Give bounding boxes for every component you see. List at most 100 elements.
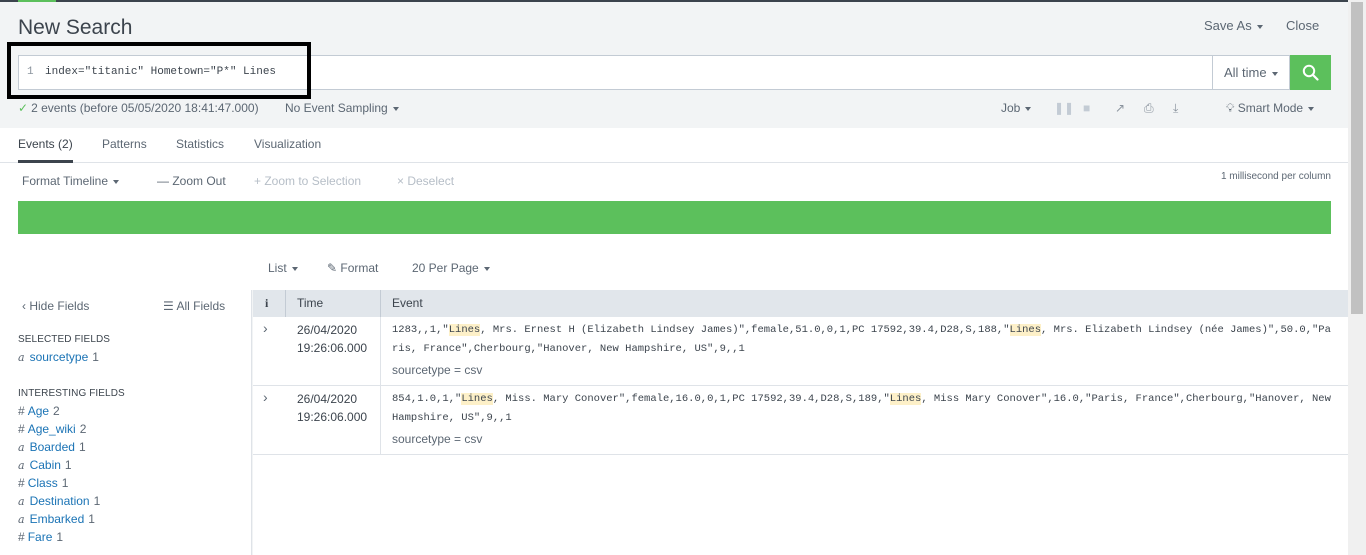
event-raw-text[interactable]: 854,1.0,1,"Lines, Miss. Mary Conover",fe… xyxy=(392,390,1337,428)
timeline-resolution: 1 millisecond per column xyxy=(1220,171,1331,182)
all-fields-label: All Fields xyxy=(176,299,226,313)
field-name: Embarked xyxy=(29,512,85,526)
field-item-age[interactable]: # Age 2 xyxy=(18,404,60,418)
bulb-icon: 💡︎ xyxy=(1226,101,1238,115)
field-item-embarked[interactable]: a Embarked 1 xyxy=(18,512,95,526)
event-text-segment: 854,1.0,1," xyxy=(392,393,462,405)
format-timeline-dropdown[interactable]: Format Timeline xyxy=(22,174,119,188)
search-input[interactable]: 1 index="titanic" Hometown="P*" Lines xyxy=(18,55,1212,90)
field-name: Age_wiki xyxy=(27,422,76,436)
field-count: 2 xyxy=(79,422,87,436)
tab-events[interactable]: Events (2) xyxy=(18,137,73,163)
zoom-to-selection-button[interactable]: + Zoom to Selection xyxy=(254,174,361,188)
column-divider xyxy=(380,317,381,386)
field-item-cabin[interactable]: a Cabin 1 xyxy=(18,458,72,472)
event-time[interactable]: 26/04/2020 19:26:06.000 xyxy=(297,321,367,357)
search-status: ✓ 2 events (before 05/05/2020 18:41:47.00… xyxy=(18,101,259,115)
field-item-sourcetype[interactable]: a sourcetype 1 xyxy=(18,350,99,364)
field-count: 1 xyxy=(93,494,101,508)
field-count: 2 xyxy=(53,404,60,418)
hide-fields-button[interactable]: ‹ Hide Fields xyxy=(22,299,89,313)
all-fields-button[interactable]: ☰ All Fields xyxy=(163,299,225,313)
event-raw-text[interactable]: 1283,,1,"Lines, Mrs. Ernest H (Elizabeth… xyxy=(392,321,1337,359)
share-icon[interactable]: ↗ xyxy=(1115,101,1125,115)
time-column-header[interactable]: Time xyxy=(297,296,323,310)
list-icon: ☰ xyxy=(163,299,177,313)
save-as-button[interactable]: Save As xyxy=(1204,18,1263,33)
deselect-button[interactable]: × Deselect xyxy=(397,174,454,188)
field-count: 1 xyxy=(92,350,99,364)
event-column-header[interactable]: Event xyxy=(392,296,423,310)
event-date: 26/04/2020 xyxy=(297,392,358,406)
job-menu[interactable]: Job xyxy=(1001,101,1031,115)
event-sourcetype[interactable]: sourcetype = csv xyxy=(392,363,482,377)
search-term-highlight[interactable]: Lines xyxy=(1009,324,1042,336)
info-column-header[interactable]: i xyxy=(265,296,268,311)
stop-icon[interactable]: ■ xyxy=(1083,101,1090,115)
column-divider xyxy=(380,290,381,317)
event-time[interactable]: 26/04/2020 19:26:06.000 xyxy=(297,390,367,426)
field-item-age-wiki[interactable]: # Age_wiki 2 xyxy=(18,422,86,436)
event-text-segment: 1283,,1," xyxy=(392,324,449,336)
format-button[interactable]: ✎ Format xyxy=(327,261,378,275)
field-name: Boarded xyxy=(29,440,75,454)
tab-statistics[interactable]: Statistics xyxy=(176,137,224,160)
field-type-icon: a xyxy=(18,441,25,454)
event-text-segment: , Miss. Mary Conover",female,16.0,0,1,PC… xyxy=(492,393,890,405)
search-query[interactable]: index="titanic" Hometown="P*" Lines xyxy=(45,66,276,78)
expand-chevron-icon[interactable]: › xyxy=(263,320,268,336)
selected-fields-header: SELECTED FIELDS xyxy=(18,334,111,345)
table-row[interactable]: › 26/04/2020 19:26:06.000 854,1.0,1,"Lines,… xyxy=(253,386,1348,455)
check-icon: ✓ xyxy=(18,101,29,115)
field-name: Age xyxy=(27,404,50,418)
timeline-histogram[interactable] xyxy=(18,201,1331,234)
search-icon xyxy=(1302,64,1319,81)
time-range-picker[interactable]: All time xyxy=(1212,55,1290,90)
table-row[interactable]: › 26/04/2020 19:26:06.000 1283,,1,"Lines, M… xyxy=(253,317,1348,386)
fields-sidebar: ‹ Hide Fields ☰ All Fields SELECTED FIEL… xyxy=(0,290,252,555)
search-term-highlight[interactable]: Lines xyxy=(461,393,493,405)
event-clock: 19:26:06.000 xyxy=(297,410,368,424)
expand-chevron-icon[interactable]: › xyxy=(263,389,268,405)
search-button[interactable] xyxy=(1290,55,1331,90)
field-count: 1 xyxy=(61,476,69,490)
format-label: Format xyxy=(340,261,379,275)
pencil-icon: ✎ xyxy=(327,261,341,275)
scrollbar-thumb[interactable] xyxy=(1351,2,1363,314)
event-sampling-dropdown[interactable]: No Event Sampling xyxy=(285,101,399,115)
list-view-dropdown[interactable]: List xyxy=(268,261,298,275)
field-type-icon: # xyxy=(18,404,25,418)
pause-icon[interactable]: ❚❚ xyxy=(1054,101,1074,115)
field-type-icon: a xyxy=(18,351,25,364)
field-count: 1 xyxy=(78,440,86,454)
search-mode-dropdown[interactable]: 💡︎ Smart Mode xyxy=(1226,101,1314,116)
event-sourcetype[interactable]: sourcetype = csv xyxy=(392,432,482,446)
tab-visualization[interactable]: Visualization xyxy=(254,137,321,160)
column-divider xyxy=(380,386,381,455)
field-name: Fare xyxy=(27,530,53,544)
tab-patterns[interactable]: Patterns xyxy=(102,137,147,160)
top-border xyxy=(0,0,1366,2)
app-accent-bar xyxy=(18,0,56,2)
search-mode-label: Smart Mode xyxy=(1237,101,1304,115)
page-scrollbar[interactable] xyxy=(1348,0,1366,555)
field-item-class[interactable]: # Class 1 xyxy=(18,476,68,490)
per-page-dropdown[interactable]: 20 Per Page xyxy=(412,261,490,275)
field-count: 1 xyxy=(64,458,72,472)
events-table: i Time Event › 26/04/2020 19:26:06.000 1283… xyxy=(253,290,1348,555)
results-tabs: Events (2) Patterns Statistics Visualiza… xyxy=(0,128,1348,163)
close-button[interactable]: Close xyxy=(1286,18,1319,33)
timeline-panel: Format Timeline — Zoom Out + Zoom to Sel… xyxy=(0,163,1348,290)
print-icon[interactable]: ⎙ xyxy=(1144,101,1154,116)
field-type-icon: a xyxy=(18,459,25,472)
field-item-boarded[interactable]: a Boarded 1 xyxy=(18,440,86,454)
search-term-highlight[interactable]: Lines xyxy=(889,393,922,405)
zoom-out-button[interactable]: — Zoom Out xyxy=(157,174,226,188)
column-divider xyxy=(285,290,286,317)
field-item-destination[interactable]: a Destination 1 xyxy=(18,494,100,508)
field-name: sourcetype xyxy=(29,350,89,364)
field-item-fare[interactable]: # Fare 1 xyxy=(18,530,63,544)
export-icon[interactable]: ⤓ xyxy=(1173,101,1178,116)
search-term-highlight[interactable]: Lines xyxy=(448,324,481,336)
field-name: Cabin xyxy=(29,458,61,472)
